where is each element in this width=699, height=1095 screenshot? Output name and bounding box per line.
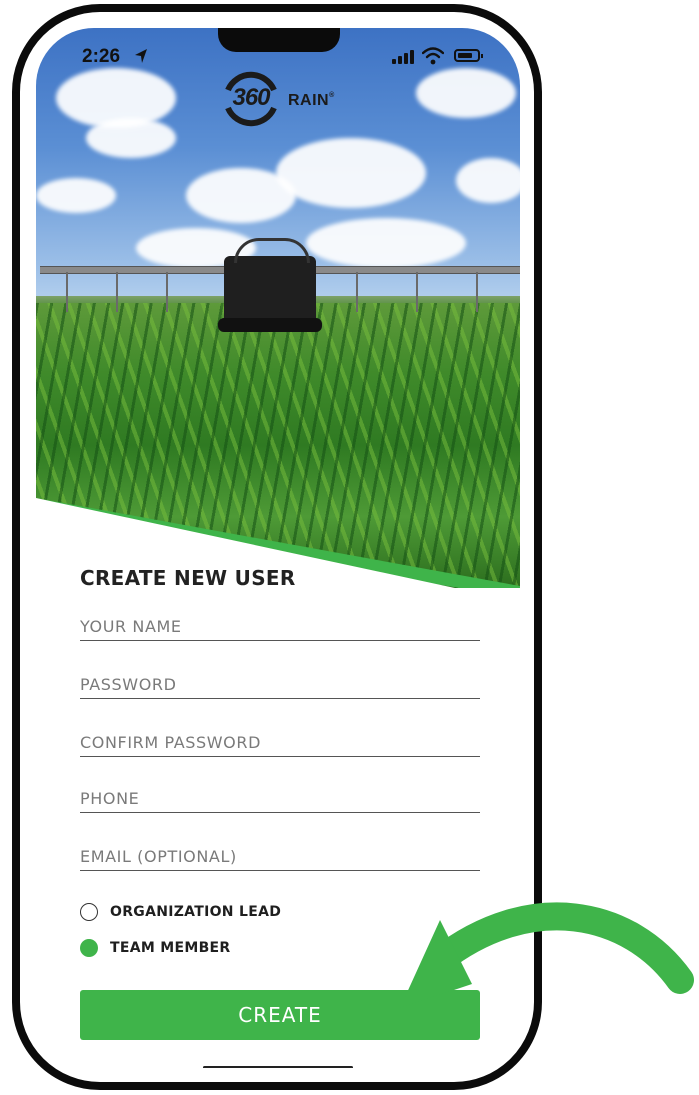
wifi-icon — [422, 47, 444, 65]
page-title: CREATE NEW USER — [80, 566, 296, 590]
logo-number: 360 — [232, 84, 270, 111]
phone-input[interactable] — [80, 789, 480, 808]
email-field-row — [80, 834, 480, 871]
confirm-password-field-row — [80, 720, 480, 757]
pivot-leg — [66, 272, 68, 312]
pivot-leg — [416, 272, 418, 312]
pivot-leg — [356, 272, 358, 312]
radio-selected-icon[interactable] — [80, 939, 98, 957]
phone-field-row — [80, 776, 480, 813]
logo-word: RAIN® — [288, 92, 335, 109]
password-input[interactable] — [80, 675, 480, 694]
irrigation-robot-track — [218, 318, 322, 332]
pivot-leg — [476, 272, 478, 312]
stage: 2:26 360 RAIN® CREATE NEW USER YOUR NAME… — [0, 0, 699, 1095]
role-label: ORGANIZATION LEAD — [110, 904, 282, 920]
cloud — [276, 138, 426, 208]
battery-icon — [454, 49, 483, 62]
name-input[interactable] — [80, 617, 480, 636]
pivot-leg — [116, 272, 118, 312]
password-field-row — [80, 662, 480, 699]
location-arrow-icon — [135, 49, 147, 63]
signal-icon — [392, 50, 416, 64]
phone-notch — [218, 28, 340, 52]
confirm-password-input[interactable] — [80, 733, 480, 752]
pivot-leg — [166, 272, 168, 312]
cloud — [36, 178, 116, 213]
curved-arrow-icon — [400, 902, 694, 1008]
cloud — [86, 118, 176, 158]
phone-side-button — [14, 92, 18, 332]
radio-unselected-icon[interactable] — [80, 903, 98, 921]
status-time: 2:26 — [82, 46, 121, 67]
role-option-organization-lead[interactable]: ORGANIZATION LEAD — [80, 901, 281, 923]
cloud — [306, 218, 466, 268]
cloud — [456, 158, 520, 203]
role-option-team-member[interactable]: TEAM MEMBER — [80, 937, 231, 959]
name-field-row — [80, 604, 480, 641]
home-indicator — [203, 1066, 353, 1068]
email-input[interactable] — [80, 847, 480, 866]
role-label: TEAM MEMBER — [110, 940, 231, 956]
